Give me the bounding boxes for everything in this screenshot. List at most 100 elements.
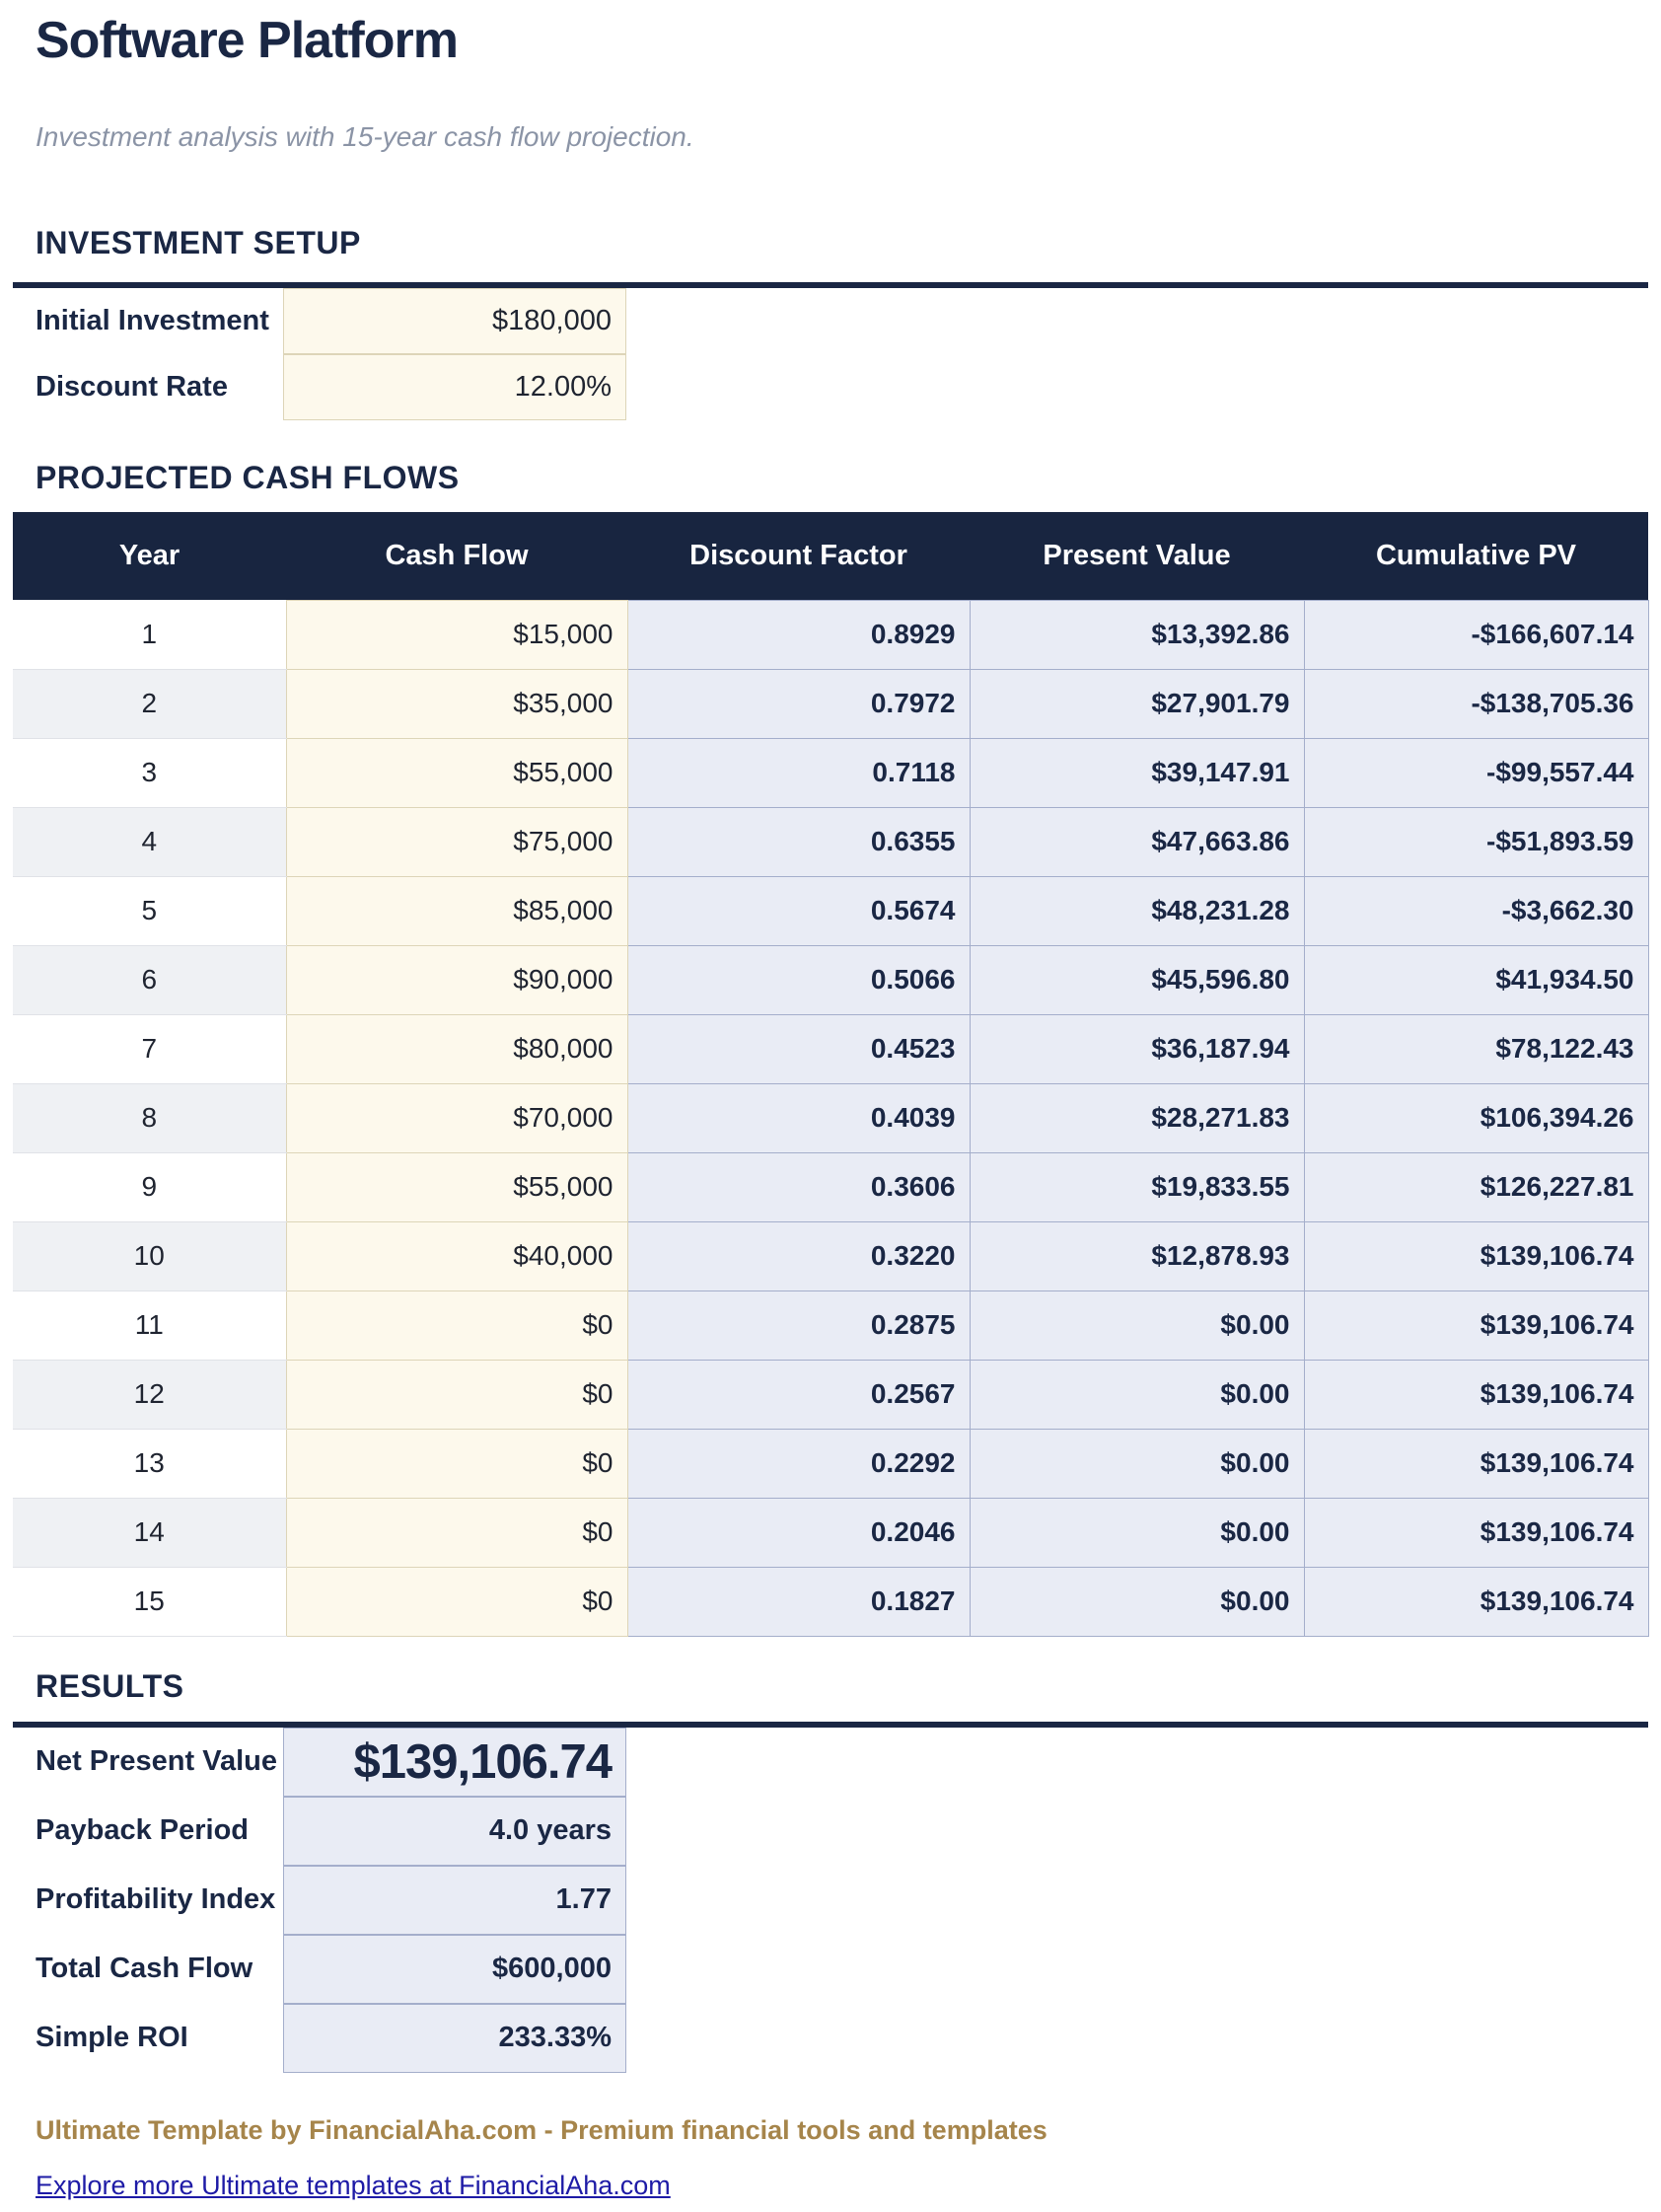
year-cell: 1 bbox=[13, 600, 286, 669]
result-row-profitability: Profitability Index 1.77 bbox=[13, 1866, 1648, 1935]
year-cell: 10 bbox=[13, 1221, 286, 1290]
year-cell: 13 bbox=[13, 1429, 286, 1498]
present-value-cell: $45,596.80 bbox=[970, 945, 1304, 1014]
net-present-value-output: $139,106.74 bbox=[283, 1728, 626, 1797]
cash-flow-cell[interactable]: $85,000 bbox=[286, 876, 627, 945]
table-header-row: Year Cash Flow Discount Factor Present V… bbox=[13, 512, 1648, 600]
present-value-cell: $0.00 bbox=[970, 1360, 1304, 1429]
cumulative-pv-cell: -$99,557.44 bbox=[1304, 738, 1648, 807]
cumulative-pv-cell: $41,934.50 bbox=[1304, 945, 1648, 1014]
initial-investment-input[interactable]: $180,000 bbox=[283, 288, 626, 354]
results-block: Net Present Value $139,106.74 Payback Pe… bbox=[13, 1722, 1648, 2073]
table-row: 14 $0 0.2046 $0.00 $139,106.74 bbox=[13, 1498, 1648, 1567]
year-cell: 5 bbox=[13, 876, 286, 945]
discount-factor-cell: 0.2875 bbox=[627, 1290, 970, 1360]
cash-flow-cell[interactable]: $0 bbox=[286, 1290, 627, 1360]
results-heading: RESULTS bbox=[36, 1668, 1661, 1704]
cash-flow-cell[interactable]: $40,000 bbox=[286, 1221, 627, 1290]
discount-factor-cell: 0.4523 bbox=[627, 1014, 970, 1083]
discount-factor-cell: 0.3220 bbox=[627, 1221, 970, 1290]
present-value-cell: $0.00 bbox=[970, 1290, 1304, 1360]
column-header-year: Year bbox=[13, 512, 286, 600]
cumulative-pv-cell: $139,106.74 bbox=[1304, 1290, 1648, 1360]
footer-credit: Ultimate Template by FinancialAha.com - … bbox=[36, 2114, 1661, 2146]
discount-factor-cell: 0.6355 bbox=[627, 807, 970, 876]
year-cell: 3 bbox=[13, 738, 286, 807]
profitability-index-label: Profitability Index bbox=[36, 1866, 283, 1935]
discount-factor-cell: 0.7972 bbox=[627, 669, 970, 738]
cash-flow-cell[interactable]: $0 bbox=[286, 1567, 627, 1636]
year-cell: 2 bbox=[13, 669, 286, 738]
initial-investment-label: Initial Investment bbox=[36, 288, 283, 354]
cash-flow-cell[interactable]: $0 bbox=[286, 1498, 627, 1567]
discount-factor-cell: 0.3606 bbox=[627, 1152, 970, 1221]
cash-flow-cell[interactable]: $80,000 bbox=[286, 1014, 627, 1083]
cumulative-pv-cell: $139,106.74 bbox=[1304, 1360, 1648, 1429]
column-header-discount-factor: Discount Factor bbox=[627, 512, 970, 600]
table-row: 8 $70,000 0.4039 $28,271.83 $106,394.26 bbox=[13, 1083, 1648, 1152]
present-value-cell: $0.00 bbox=[970, 1498, 1304, 1567]
setup-row-initial-investment: Initial Investment $180,000 bbox=[13, 288, 1648, 354]
discount-factor-cell: 0.4039 bbox=[627, 1083, 970, 1152]
year-cell: 7 bbox=[13, 1014, 286, 1083]
simple-roi-label: Simple ROI bbox=[36, 2004, 283, 2073]
cumulative-pv-cell: -$3,662.30 bbox=[1304, 876, 1648, 945]
table-row: 15 $0 0.1827 $0.00 $139,106.74 bbox=[13, 1567, 1648, 1636]
present-value-cell: $48,231.28 bbox=[970, 876, 1304, 945]
cash-flow-cell[interactable]: $55,000 bbox=[286, 1152, 627, 1221]
cumulative-pv-cell: $126,227.81 bbox=[1304, 1152, 1648, 1221]
cashflow-table-body: 1 $15,000 0.8929 $13,392.86 -$166,607.14… bbox=[13, 600, 1648, 1636]
cumulative-pv-cell: -$51,893.59 bbox=[1304, 807, 1648, 876]
discount-factor-cell: 0.7118 bbox=[627, 738, 970, 807]
discount-factor-cell: 0.8929 bbox=[627, 600, 970, 669]
cumulative-pv-cell: $139,106.74 bbox=[1304, 1498, 1648, 1567]
cumulative-pv-cell: -$166,607.14 bbox=[1304, 600, 1648, 669]
table-row: 1 $15,000 0.8929 $13,392.86 -$166,607.14 bbox=[13, 600, 1648, 669]
cash-flow-cell[interactable]: $90,000 bbox=[286, 945, 627, 1014]
discount-rate-label: Discount Rate bbox=[36, 354, 283, 420]
table-row: 7 $80,000 0.4523 $36,187.94 $78,122.43 bbox=[13, 1014, 1648, 1083]
year-cell: 14 bbox=[13, 1498, 286, 1567]
present-value-cell: $36,187.94 bbox=[970, 1014, 1304, 1083]
simple-roi-output: 233.33% bbox=[283, 2004, 626, 2073]
present-value-cell: $39,147.91 bbox=[970, 738, 1304, 807]
cash-flow-cell[interactable]: $0 bbox=[286, 1429, 627, 1498]
cash-flow-cell[interactable]: $70,000 bbox=[286, 1083, 627, 1152]
table-row: 12 $0 0.2567 $0.00 $139,106.74 bbox=[13, 1360, 1648, 1429]
table-row: 4 $75,000 0.6355 $47,663.86 -$51,893.59 bbox=[13, 807, 1648, 876]
present-value-cell: $19,833.55 bbox=[970, 1152, 1304, 1221]
present-value-cell: $12,878.93 bbox=[970, 1221, 1304, 1290]
present-value-cell: $0.00 bbox=[970, 1429, 1304, 1498]
cash-flow-cell[interactable]: $35,000 bbox=[286, 669, 627, 738]
present-value-cell: $47,663.86 bbox=[970, 807, 1304, 876]
table-row: 5 $85,000 0.5674 $48,231.28 -$3,662.30 bbox=[13, 876, 1648, 945]
result-row-payback: Payback Period 4.0 years bbox=[13, 1797, 1648, 1866]
year-cell: 9 bbox=[13, 1152, 286, 1221]
page-subtitle: Investment analysis with 15-year cash fl… bbox=[36, 122, 1661, 152]
present-value-cell: $28,271.83 bbox=[970, 1083, 1304, 1152]
discount-rate-input[interactable]: 12.00% bbox=[283, 354, 626, 420]
discount-factor-cell: 0.2046 bbox=[627, 1498, 970, 1567]
present-value-cell: $13,392.86 bbox=[970, 600, 1304, 669]
cumulative-pv-cell: $139,106.74 bbox=[1304, 1429, 1648, 1498]
year-cell: 12 bbox=[13, 1360, 286, 1429]
net-present-value-label: Net Present Value bbox=[36, 1728, 283, 1797]
cumulative-pv-cell: $78,122.43 bbox=[1304, 1014, 1648, 1083]
table-row: 9 $55,000 0.3606 $19,833.55 $126,227.81 bbox=[13, 1152, 1648, 1221]
table-row: 2 $35,000 0.7972 $27,901.79 -$138,705.36 bbox=[13, 669, 1648, 738]
cumulative-pv-cell: $139,106.74 bbox=[1304, 1221, 1648, 1290]
cash-flow-cell[interactable]: $75,000 bbox=[286, 807, 627, 876]
table-row: 11 $0 0.2875 $0.00 $139,106.74 bbox=[13, 1290, 1648, 1360]
page-title: Software Platform bbox=[36, 14, 1661, 67]
cumulative-pv-cell: -$138,705.36 bbox=[1304, 669, 1648, 738]
payback-period-output: 4.0 years bbox=[283, 1797, 626, 1866]
cash-flow-cell[interactable]: $15,000 bbox=[286, 600, 627, 669]
cash-flow-table: Year Cash Flow Discount Factor Present V… bbox=[13, 512, 1649, 1637]
present-value-cell: $0.00 bbox=[970, 1567, 1304, 1636]
total-cash-flow-output: $600,000 bbox=[283, 1935, 626, 2004]
cash-flow-cell[interactable]: $0 bbox=[286, 1360, 627, 1429]
footer-link[interactable]: Explore more Ultimate templates at Finan… bbox=[36, 2170, 671, 2201]
cash-flow-cell[interactable]: $55,000 bbox=[286, 738, 627, 807]
investment-setup-heading: INVESTMENT SETUP bbox=[36, 225, 1661, 260]
table-row: 10 $40,000 0.3220 $12,878.93 $139,106.74 bbox=[13, 1221, 1648, 1290]
